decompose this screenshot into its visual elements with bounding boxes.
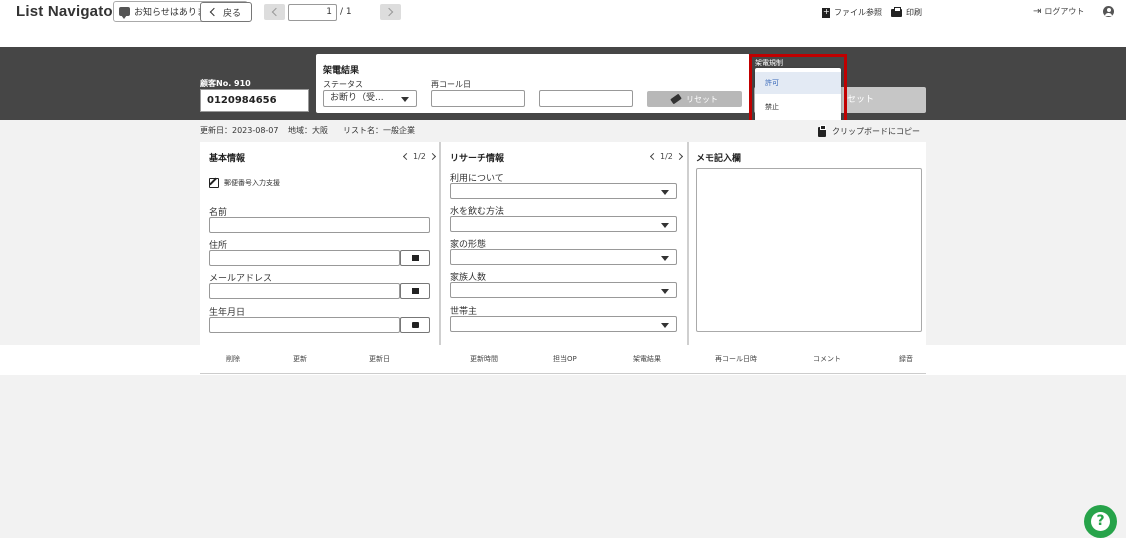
column-header-recording: 録音 — [899, 355, 913, 363]
user-account-icon[interactable] — [1103, 6, 1114, 17]
name-input[interactable] — [209, 217, 430, 233]
help-button[interactable] — [1084, 505, 1117, 538]
chevron-left-icon — [209, 7, 219, 17]
caret-down-icon — [661, 255, 669, 261]
file-reference-label: ファイル参照 — [834, 8, 882, 17]
chat-bubble-icon — [119, 7, 130, 19]
back-label: 戻る — [222, 8, 241, 19]
column-header-comment: コメント — [813, 355, 841, 363]
basic-info-pager[interactable]: 1/2 — [402, 152, 436, 161]
email-button[interactable] — [400, 283, 430, 299]
page-total: / 1 — [340, 7, 352, 17]
usage-select[interactable] — [450, 183, 677, 199]
column-header-delete: 削除 — [226, 355, 240, 363]
research-info-title: リサーチ情報 — [450, 154, 505, 164]
next-page-button[interactable] — [380, 4, 401, 20]
basic-info-title: 基本情報 — [209, 154, 246, 164]
column-header-update: 更新 — [293, 355, 307, 363]
copy-to-clipboard-button[interactable]: クリップボードにコピー — [818, 124, 920, 137]
customer-number-label: 顧客No. 910 — [200, 79, 251, 88]
family-size-select[interactable] — [450, 282, 677, 298]
drinking-method-select[interactable] — [450, 216, 677, 232]
print-button[interactable]: 印刷 — [891, 6, 922, 18]
birthday-input[interactable] — [209, 317, 400, 333]
address-input[interactable] — [209, 250, 400, 266]
recall-date-label: 再コール日 — [431, 80, 471, 89]
back-button[interactable]: 戻る — [200, 2, 252, 22]
eraser-icon — [670, 93, 682, 105]
map-button[interactable] — [400, 250, 430, 266]
map-icon — [412, 255, 419, 261]
printer-icon — [891, 6, 902, 17]
householder-select[interactable] — [450, 316, 677, 332]
file-add-icon — [822, 7, 830, 18]
region: 地域：大阪 — [288, 126, 328, 135]
logout-icon: ⇥ — [1033, 6, 1042, 17]
caret-down-icon — [661, 222, 669, 228]
calendar-icon — [412, 322, 419, 328]
restriction-option-deny[interactable]: 禁止 — [755, 96, 841, 118]
file-reference-button[interactable]: ファイル参照 — [822, 7, 882, 18]
basic-info-page: 1/2 — [413, 152, 426, 161]
navigation-row — [0, 24, 1126, 47]
caret-down-icon — [661, 322, 669, 328]
clipboard-icon — [818, 124, 826, 137]
clipboard-label: クリップボードにコピー — [832, 127, 920, 136]
column-header-recall-datetime: 再コール日時 — [715, 355, 757, 363]
caret-down-icon — [661, 288, 669, 294]
chevron-right-icon[interactable] — [675, 152, 683, 161]
column-header-call-result: 架電結果 — [633, 355, 661, 363]
research-info-page: 1/2 — [660, 152, 673, 161]
envelope-icon — [412, 288, 419, 294]
info-row — [0, 120, 1126, 142]
column-header-updated-time: 更新時間 — [470, 355, 498, 363]
call-result-title: 架電結果 — [323, 66, 360, 76]
restriction-option-allow[interactable]: 許可 — [755, 72, 841, 94]
table-divider — [200, 373, 926, 374]
page-number-input[interactable]: 1 — [288, 4, 337, 21]
caret-down-icon — [661, 189, 669, 195]
house-type-select[interactable] — [450, 249, 677, 265]
column-header-operator: 担当OP — [553, 355, 577, 363]
print-label: 印刷 — [906, 8, 922, 17]
research-info-pager[interactable]: 1/2 — [649, 152, 683, 161]
caret-down-icon — [401, 96, 409, 102]
recall-date-input[interactable] — [431, 90, 525, 107]
call-restriction-dropdown: 許可 禁止 — [755, 68, 841, 124]
edit-icon — [209, 178, 219, 188]
chevron-right-icon[interactable] — [428, 152, 436, 161]
email-input[interactable] — [209, 283, 400, 299]
zip-assist-label: 郵便番号入力支援 — [224, 179, 280, 187]
status-value: お断り（受... — [330, 93, 384, 103]
phone-number-field[interactable]: 0120984656 — [200, 89, 309, 112]
reset-button[interactable]: リセット — [647, 91, 742, 107]
updated-date: 更新日：2023-08-07 — [200, 126, 279, 135]
chevron-left-icon[interactable] — [649, 152, 658, 161]
app-logo: List Navigator. — [16, 3, 123, 20]
status-select[interactable]: お断り（受... — [323, 90, 417, 107]
memo-title: メモ記入欄 — [696, 154, 742, 164]
reset-label: リセット — [686, 94, 718, 104]
previous-page-button[interactable] — [264, 4, 285, 20]
calendar-button[interactable] — [400, 317, 430, 333]
memo-textarea[interactable] — [696, 168, 922, 332]
column-header-updated-date: 更新日 — [369, 355, 390, 363]
chevron-left-icon[interactable] — [402, 152, 411, 161]
status-label: ステータス — [323, 80, 363, 89]
zip-assist-button[interactable]: 郵便番号入力支援 — [209, 178, 280, 188]
logout-label: ログアウト — [1044, 7, 1085, 16]
list-name: リスト名：一般企業 — [343, 126, 415, 135]
recall-time-input[interactable] — [539, 90, 633, 107]
call-restriction-label: 架電規制 — [755, 59, 783, 67]
logout-link[interactable]: ⇥ ログアウト — [1033, 6, 1084, 17]
